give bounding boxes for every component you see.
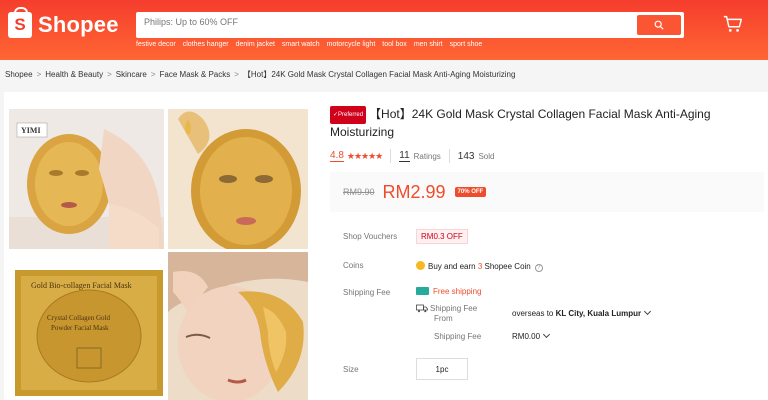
chevron-right-icon: > xyxy=(36,70,42,79)
package-label-2: Crystal Collagen Gold xyxy=(47,314,110,322)
breadcrumb-item[interactable]: Shopee xyxy=(5,70,33,79)
keyword-link[interactable]: clothes hanger xyxy=(183,41,229,48)
top-header: S Shopee festive decor clothes hanger de… xyxy=(0,0,768,60)
help-icon[interactable]: ? xyxy=(534,264,543,272)
keyword-link[interactable]: sport shoe xyxy=(450,41,483,48)
product-image-3[interactable]: Gold Bio-collagen Facial Mask Crystal Co… xyxy=(9,266,164,400)
product-image-2[interactable] xyxy=(168,109,308,249)
coins-label: Coins xyxy=(343,261,364,270)
size-option-button[interactable]: 1pc xyxy=(416,358,468,380)
ship-destination[interactable]: overseas to KL City, Kuala Lumpur xyxy=(512,307,652,318)
breadcrumb-item[interactable]: Face Mask & Packs xyxy=(160,70,231,79)
ship-fee-value[interactable]: RM0.00 xyxy=(512,330,551,341)
shop-vouchers-label: Shop Vouchers xyxy=(343,232,398,241)
keyword-link[interactable]: smart watch xyxy=(282,41,320,48)
truck-icon xyxy=(416,304,428,313)
keyword-link[interactable]: motorcycle light xyxy=(327,41,376,48)
search-keywords: festive decor clothes hanger denim jacke… xyxy=(136,41,482,48)
search-button[interactable] xyxy=(637,15,681,35)
shipping-label: Shipping Fee xyxy=(343,288,391,297)
keyword-link[interactable]: men shirt xyxy=(414,41,443,48)
product-gallery: YIMI Gold Bio-collagen Facial Mask Cryst… xyxy=(9,104,317,400)
size-label: Size xyxy=(343,365,359,374)
search-bar xyxy=(136,12,684,38)
cart-icon[interactable] xyxy=(722,13,744,35)
product-card: YIMI Gold Bio-collagen Facial Mask Cryst… xyxy=(4,92,768,400)
ship-fee-label: Shipping Fee xyxy=(434,332,482,341)
chevron-right-icon: > xyxy=(150,70,156,79)
search-input[interactable] xyxy=(144,17,634,27)
chevron-down-icon xyxy=(644,307,652,316)
keyword-link[interactable]: denim jacket xyxy=(236,41,275,48)
package-label-1: Gold Bio-collagen Facial Mask xyxy=(31,281,132,290)
shopee-coin-icon xyxy=(416,261,425,270)
free-shipping-icon xyxy=(416,287,429,295)
breadcrumb-item[interactable]: Health & Beauty xyxy=(45,70,103,79)
search-icon xyxy=(654,20,664,30)
chevron-right-icon: > xyxy=(107,70,112,79)
shopee-bag-icon: S xyxy=(8,7,32,38)
shopee-logo[interactable]: S Shopee xyxy=(8,7,119,38)
product-image-1[interactable]: YIMI xyxy=(9,109,164,249)
breadcrumb: Shopee > Health & Beauty > Skincare > Fa… xyxy=(5,69,515,80)
chevron-right-icon: > xyxy=(234,70,239,79)
keyword-link[interactable]: festive decor xyxy=(136,41,176,48)
keyword-link[interactable]: tool box xyxy=(382,41,407,48)
product-image-4[interactable] xyxy=(168,252,308,400)
brand-label: YIMI xyxy=(21,126,41,135)
ship-from-label: Shipping Fee xyxy=(416,304,477,313)
voucher-value-wrap: RM0.3 OFF xyxy=(416,229,468,244)
chevron-down-icon xyxy=(542,330,551,339)
product-details: Shop Vouchers RM0.3 OFF Coins Buy and ea… xyxy=(330,92,766,400)
breadcrumb-item[interactable]: Skincare xyxy=(116,70,147,79)
ship-from-label-b: From xyxy=(434,314,453,323)
coins-value: Buy and earn 3 Shopee Coin? xyxy=(416,261,543,272)
logo-text: Shopee xyxy=(38,12,119,37)
package-label-3: Powder Facial Mask xyxy=(51,324,109,332)
shop-voucher-chip[interactable]: RM0.3 OFF xyxy=(416,229,468,244)
free-shipping: Free shipping xyxy=(416,287,481,296)
breadcrumb-current: 【Hot】24K Gold Mask Crystal Collagen Faci… xyxy=(242,70,516,79)
